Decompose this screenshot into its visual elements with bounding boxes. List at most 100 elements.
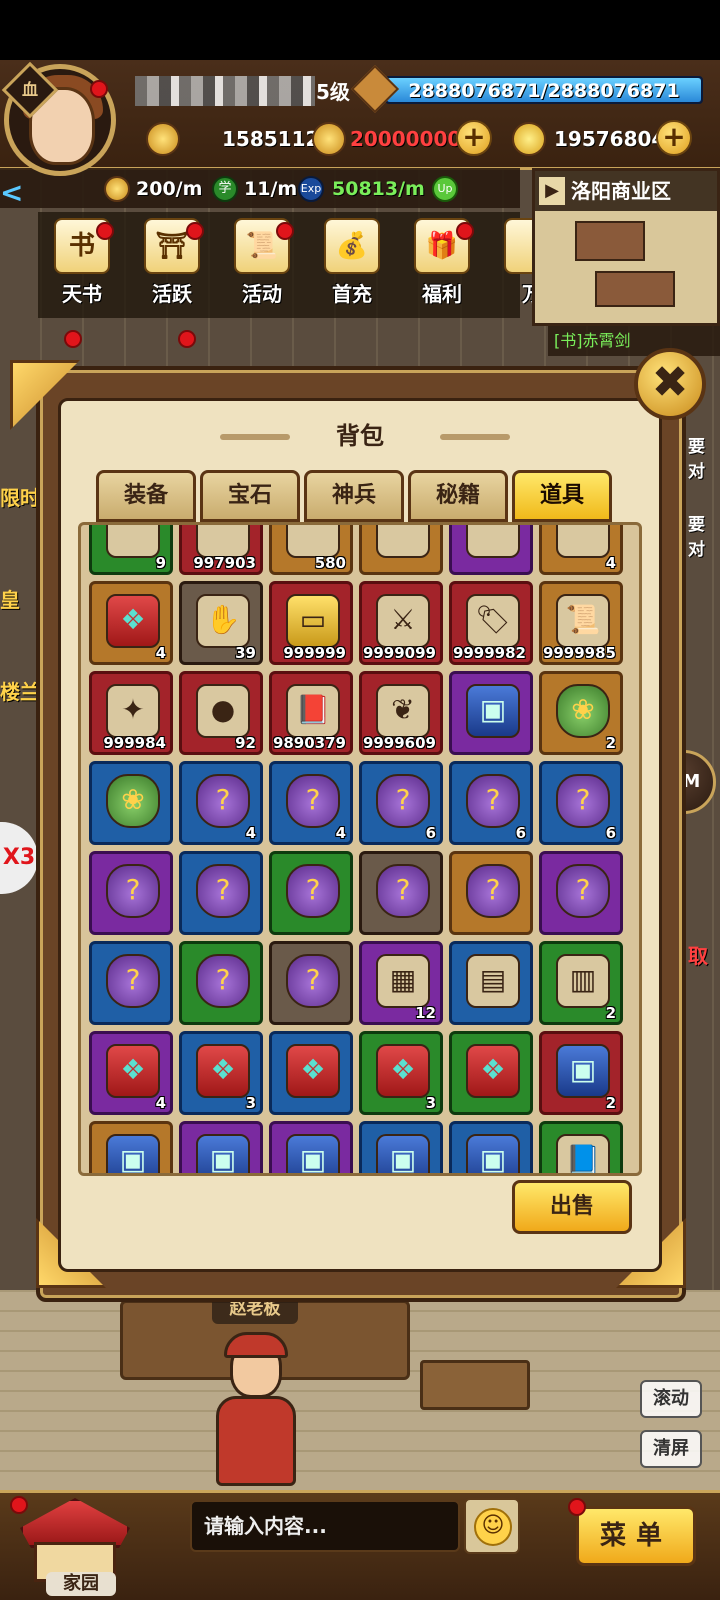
home-button[interactable]: 家园	[10, 1498, 140, 1596]
inventory-slot[interactable]: ▣	[89, 1121, 173, 1173]
inventory-slot[interactable]: 4	[539, 525, 623, 575]
chevron-left-icon[interactable]: <	[0, 178, 34, 208]
inventory-slot[interactable]: ▦ 12	[359, 941, 443, 1025]
tab-5[interactable]: 道具	[512, 470, 612, 522]
inventory-slot[interactable]: 📘	[539, 1121, 623, 1173]
side-event-label[interactable]: 皇	[0, 584, 20, 613]
close-icon[interactable]: ✖	[634, 348, 706, 420]
gold-ingot-icon	[512, 122, 546, 156]
inventory-slot[interactable]: ❖ 3	[359, 1031, 443, 1115]
level-up-icon[interactable]: Up	[432, 176, 458, 202]
tab-1[interactable]: 装备	[96, 470, 196, 522]
tag-icon: 🏷	[466, 594, 520, 648]
minimap[interactable]: 洛阳商业区 ▶	[532, 168, 720, 326]
bag-icon: ?	[286, 864, 340, 918]
item-quantity: 4	[245, 824, 256, 842]
side-event-label[interactable]: 限时	[0, 482, 40, 511]
inventory-slot[interactable]: 9	[89, 525, 173, 575]
inventory-slot[interactable]: ?	[179, 941, 263, 1025]
inventory-slot[interactable]: 📜 9999985	[539, 581, 623, 665]
inventory-slot[interactable]: ❖	[449, 1031, 533, 1115]
inventory-slot[interactable]: ? 6	[539, 761, 623, 845]
inventory-slot[interactable]: ▣	[269, 1121, 353, 1173]
inventory-slot[interactable]	[449, 525, 533, 575]
add-coins-button[interactable]: +	[456, 120, 492, 156]
inventory-slot[interactable]: ?	[269, 941, 353, 1025]
gold-value: 19576804	[554, 127, 666, 151]
shop-table	[420, 1360, 530, 1410]
inventory-slot[interactable]: ?	[449, 851, 533, 935]
sell-button[interactable]: 出售	[512, 1180, 632, 1234]
inventory-slot[interactable]: ? 6	[449, 761, 533, 845]
emoji-button[interactable]: ☺	[464, 1498, 520, 1554]
greenbag-icon: ❀	[556, 684, 610, 738]
inventory-slot[interactable]: ▣ 2	[539, 1031, 623, 1115]
coins-value: 20000000	[350, 127, 462, 151]
inventory-slot[interactable]: ❖ 4	[89, 1031, 173, 1115]
inventory-grid[interactable]: 9 997903 580 4 ❖ 4 ✋ 39 ▭ 999999 ⚔ 9999099 🏷 9999982 📜…	[78, 522, 642, 1176]
add-gold-button[interactable]: +	[656, 120, 692, 156]
inventory-slot[interactable]: ⚔ 9999099	[359, 581, 443, 665]
inventory-slot[interactable]: ✋ 39	[179, 581, 263, 665]
inventory-slot[interactable]: 997903	[179, 525, 263, 575]
inventory-slot[interactable]: ▤	[449, 941, 533, 1025]
home-label: 家园	[46, 1572, 116, 1596]
inventory-slot[interactable]: ❀	[89, 761, 173, 845]
feature-4[interactable]: 💰 首充	[312, 218, 392, 314]
inventory-slot[interactable]: ❖ 3	[179, 1031, 263, 1115]
bag-icon: ?	[286, 954, 340, 1008]
exp-rate: 50813/m	[332, 178, 425, 200]
tab-4[interactable]: 秘籍	[408, 470, 508, 522]
tab-3[interactable]: 神兵	[304, 470, 404, 522]
inventory-slot[interactable]: ▥ 2	[539, 941, 623, 1025]
tab-2[interactable]: 宝石	[200, 470, 300, 522]
inventory-slot[interactable]: ? 4	[269, 761, 353, 845]
box-icon: ▣	[196, 1134, 250, 1173]
chest-icon: ❖	[376, 1044, 430, 1098]
inventory-slot[interactable]: ▭ 999999	[269, 581, 353, 665]
gold-icon: ▭	[286, 594, 340, 648]
inventory-slot[interactable]: ❖ 4	[89, 581, 173, 665]
quest-tracker[interactable]: [书]赤霄剑	[548, 326, 720, 356]
inventory-slot[interactable]: 580	[269, 525, 353, 575]
inventory-slot[interactable]: ▣	[359, 1121, 443, 1173]
inventory-slot[interactable]: ❦ 9999609	[359, 671, 443, 755]
inventory-slot[interactable]: ✦ 999984	[89, 671, 173, 755]
item-quantity: 4	[155, 644, 166, 662]
inventory-slot[interactable]: ❀ 2	[539, 671, 623, 755]
scroll-toggle-button[interactable]: 滚动	[640, 1380, 702, 1418]
box-icon: ▣	[466, 684, 520, 738]
bluebook-icon: 📘	[556, 1134, 610, 1173]
minimap-toggle-icon[interactable]: ▶	[539, 177, 565, 205]
player-level: 5级	[316, 80, 350, 104]
item-quantity: 2	[605, 1094, 616, 1112]
inventory-slot[interactable]: ?	[179, 851, 263, 935]
inventory-slot[interactable]: ● 92	[179, 671, 263, 755]
inventory-slot[interactable]: ▣	[449, 671, 533, 755]
inventory-slot[interactable]	[359, 525, 443, 575]
npc-shopkeeper[interactable]	[210, 1332, 300, 1486]
inventory-slot[interactable]: ❖	[269, 1031, 353, 1115]
inventory-slot[interactable]: ? 4	[179, 761, 263, 845]
inventory-slot[interactable]: ▣	[449, 1121, 533, 1173]
player-name-blurred	[135, 76, 315, 106]
chat-input[interactable]: 请输入内容...	[190, 1500, 460, 1552]
side-right-label: 取	[688, 944, 708, 968]
side-event-label[interactable]: 楼兰	[0, 676, 40, 705]
notification-dot	[96, 222, 114, 240]
inventory-slot[interactable]: ▣	[179, 1121, 263, 1173]
clear-screen-button[interactable]: 清屏	[640, 1430, 702, 1468]
inventory-slot[interactable]: ?	[89, 941, 173, 1025]
inventory-slot[interactable]: ?	[269, 851, 353, 935]
menu-button[interactable]: 菜单	[576, 1506, 696, 1566]
inventory-slot[interactable]: ?	[359, 851, 443, 935]
item-quantity: 580	[314, 554, 346, 572]
inventory-slot[interactable]: ? 6	[359, 761, 443, 845]
minimap-building	[575, 221, 645, 261]
backpack-tabs: 装备 宝石 神兵 秘籍 道具	[96, 470, 626, 522]
chest-icon: ❖	[466, 1044, 520, 1098]
inventory-slot[interactable]: 📕 9890379	[269, 671, 353, 755]
inventory-slot[interactable]: ?	[89, 851, 173, 935]
inventory-slot[interactable]: 🏷 9999982	[449, 581, 533, 665]
inventory-slot[interactable]: ?	[539, 851, 623, 935]
